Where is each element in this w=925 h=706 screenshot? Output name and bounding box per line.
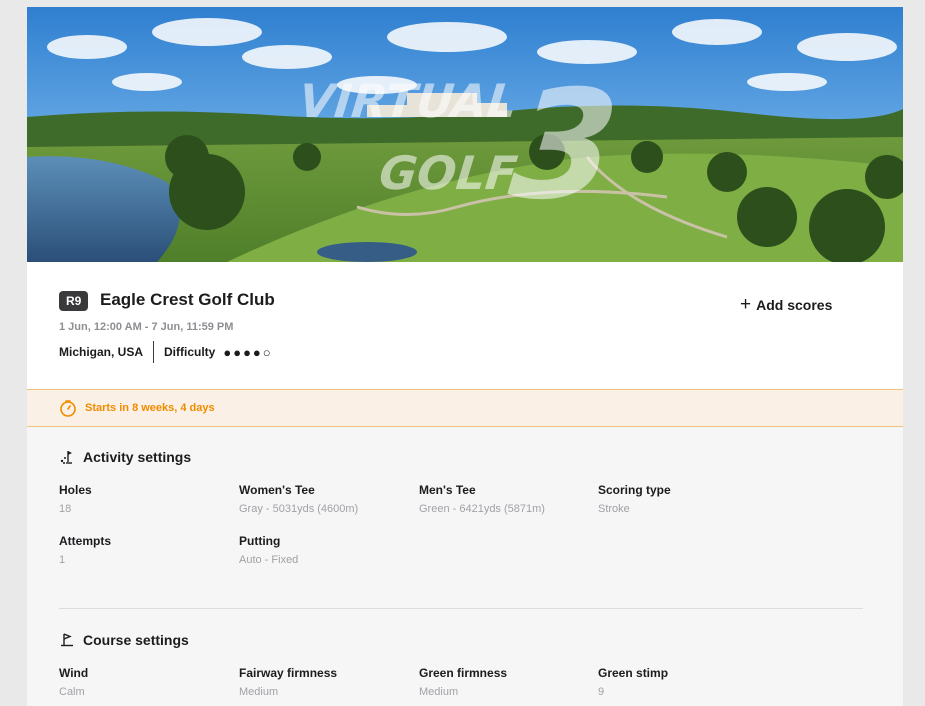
add-scores-label: Add scores — [756, 297, 833, 313]
difficulty-label: Difficulty — [164, 345, 216, 359]
location: Michigan, USA — [59, 345, 144, 359]
meta-divider — [153, 341, 155, 363]
holes-field: Holes 18 — [59, 483, 92, 515]
activity-settings-title: Activity settings — [59, 449, 191, 465]
logo-line2: GOLF — [377, 146, 520, 200]
attempts-field: Attempts 1 — [59, 534, 112, 566]
event-header: R9 Eagle Crest Golf Club 1 Jun, 12:00 AM… — [27, 262, 903, 389]
fairway-firmness-field: Fairway firmness Medium — [239, 666, 338, 698]
event-meta: Michigan, USA Difficulty ●●●●○ — [59, 341, 273, 363]
section-divider — [59, 608, 863, 609]
golf-ball-flag-icon — [59, 449, 75, 465]
countdown-text: Starts in 8 weeks, 4 days — [85, 402, 215, 414]
green-stimp-field: Green stimp 9 — [598, 666, 669, 698]
scoring-type-field: Scoring type Stroke — [598, 483, 671, 515]
hero-image: VIRTUAL GOLF 3 — [27, 7, 903, 262]
womens-tee-field: Women's Tee Gray - 5031yds (4600m) — [239, 483, 359, 515]
golf-flag-icon — [59, 632, 75, 648]
event-card: VIRTUAL GOLF 3 R9 Eagle Crest Golf Club … — [27, 7, 903, 706]
event-dates: 1 Jun, 12:00 AM - 7 Jun, 11:59 PM — [59, 321, 234, 333]
putting-field: Putting Auto - Fixed — [239, 534, 299, 566]
wind-field: Wind Calm — [59, 666, 89, 698]
logo-line1: VIRTUAL — [296, 74, 519, 128]
logo-number: 3 — [503, 58, 626, 233]
round-badge: R9 — [59, 291, 89, 311]
green-firmness-field: Green firmness Medium — [419, 666, 508, 698]
add-scores-button[interactable]: + Add scores — [740, 294, 833, 315]
difficulty-rating: ●●●●○ — [223, 344, 273, 360]
timer-icon — [59, 399, 77, 422]
countdown-banner: Starts in 8 weeks, 4 days — [27, 389, 903, 427]
plus-icon: + — [740, 294, 752, 315]
mens-tee-field: Men's Tee Green - 6421yds (5871m) — [419, 483, 545, 515]
course-settings-title: Course settings — [59, 632, 189, 648]
club-name: Eagle Crest Golf Club — [100, 290, 275, 309]
